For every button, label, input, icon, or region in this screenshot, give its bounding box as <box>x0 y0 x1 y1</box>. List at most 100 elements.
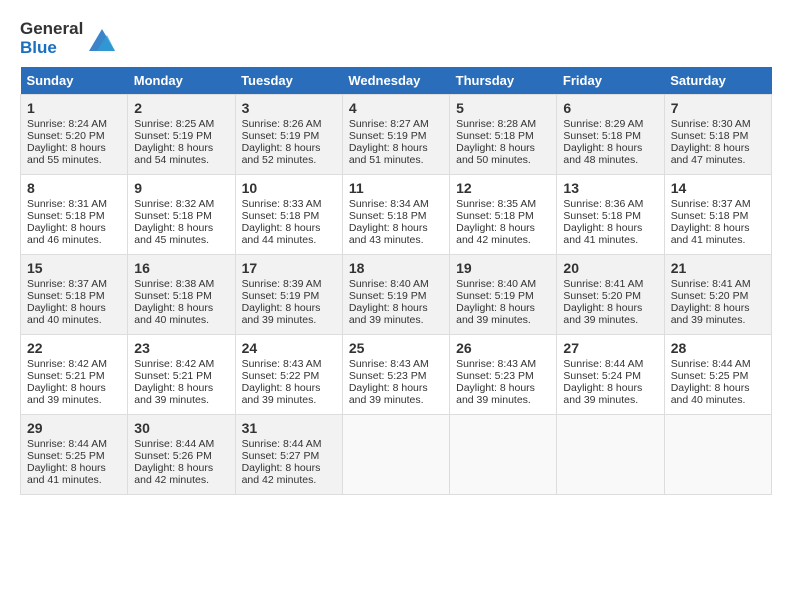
sunset-text: Sunset: 5:20 PM <box>563 290 641 302</box>
daylight-text: Daylight: 8 hours and 41 minutes. <box>563 222 642 246</box>
calendar-cell <box>557 415 664 495</box>
calendar-cell: 15Sunrise: 8:37 AMSunset: 5:18 PMDayligh… <box>21 255 128 335</box>
calendar-cell: 13Sunrise: 8:36 AMSunset: 5:18 PMDayligh… <box>557 175 664 255</box>
page-header: General Blue <box>20 20 772 57</box>
calendar-cell: 1Sunrise: 8:24 AMSunset: 5:20 PMDaylight… <box>21 95 128 175</box>
daylight-text: Daylight: 8 hours and 47 minutes. <box>671 142 750 166</box>
calendar-cell: 6 Sunrise: 8:29 AMSunset: 5:18 PMDaylight… <box>557 95 664 175</box>
sunrise-text: Sunrise: 8:44 AM <box>242 438 322 450</box>
calendar-cell <box>450 415 557 495</box>
sunrise-text: Sunrise: 8:29 AM <box>563 118 643 130</box>
day-number: 3 <box>242 100 336 116</box>
sunrise-text: Sunrise: 8:26 AM <box>242 118 322 130</box>
sunrise-text: Sunrise: 8:33 AM <box>242 198 322 210</box>
sunset-text: Sunset: 5:19 PM <box>134 130 212 142</box>
calendar-cell: 7 Sunrise: 8:30 AMSunset: 5:18 PMDaylight… <box>664 95 771 175</box>
sunrise-text: Sunrise: 8:43 AM <box>456 358 536 370</box>
sunrise-text: Sunrise: 8:38 AM <box>134 278 214 290</box>
sunrise-text: Sunrise: 8:34 AM <box>349 198 429 210</box>
calendar-cell: 12Sunrise: 8:35 AMSunset: 5:18 PMDayligh… <box>450 175 557 255</box>
sunrise-text: Sunrise: 8:39 AM <box>242 278 322 290</box>
daylight-text: Daylight: 8 hours and 41 minutes. <box>27 462 106 486</box>
calendar-cell: 11Sunrise: 8:34 AMSunset: 5:18 PMDayligh… <box>342 175 449 255</box>
sunrise-text: Sunrise: 8:43 AM <box>349 358 429 370</box>
sunset-text: Sunset: 5:23 PM <box>456 370 534 382</box>
day-number: 19 <box>456 260 550 276</box>
calendar-cell: 14Sunrise: 8:37 AMSunset: 5:18 PMDayligh… <box>664 175 771 255</box>
sunrise-text: Sunrise: 8:43 AM <box>242 358 322 370</box>
sunset-text: Sunset: 5:18 PM <box>242 210 320 222</box>
calendar-cell <box>342 415 449 495</box>
calendar-cell: 20Sunrise: 8:41 AMSunset: 5:20 PMDayligh… <box>557 255 664 335</box>
daylight-text: Daylight: 8 hours and 54 minutes. <box>134 142 213 166</box>
sunset-text: Sunset: 5:18 PM <box>563 130 641 142</box>
calendar-cell: 17Sunrise: 8:39 AMSunset: 5:19 PMDayligh… <box>235 255 342 335</box>
calendar-cell: 31Sunrise: 8:44 AMSunset: 5:27 PMDayligh… <box>235 415 342 495</box>
sunrise-text: Sunrise: 8:36 AM <box>563 198 643 210</box>
daylight-text: Daylight: 8 hours and 51 minutes. <box>349 142 428 166</box>
calendar-week-row: 8Sunrise: 8:31 AMSunset: 5:18 PMDaylight… <box>21 175 772 255</box>
day-number: 26 <box>456 340 550 356</box>
sunset-text: Sunset: 5:18 PM <box>134 210 212 222</box>
sunrise-text: Sunrise: 8:32 AM <box>134 198 214 210</box>
daylight-text: Daylight: 8 hours and 41 minutes. <box>671 222 750 246</box>
sunrise-text: Sunrise: 8:25 AM <box>134 118 214 130</box>
logo-text-block: General Blue <box>20 20 117 57</box>
logo-icon <box>87 25 117 53</box>
sunrise-text: Sunrise: 8:35 AM <box>456 198 536 210</box>
day-number: 5 <box>456 100 550 116</box>
calendar-cell: 27Sunrise: 8:44 AMSunset: 5:24 PMDayligh… <box>557 335 664 415</box>
day-number: 20 <box>563 260 657 276</box>
daylight-text: Daylight: 8 hours and 42 minutes. <box>456 222 535 246</box>
day-number: 31 <box>242 420 336 436</box>
sunset-text: Sunset: 5:18 PM <box>134 290 212 302</box>
day-number: 15 <box>27 260 121 276</box>
calendar-cell: 2 Sunrise: 8:25 AMSunset: 5:19 PMDaylight… <box>128 95 235 175</box>
day-header-friday: Friday <box>557 67 664 95</box>
day-number: 4 <box>349 100 443 116</box>
day-number: 7 <box>671 100 765 116</box>
day-number: 6 <box>563 100 657 116</box>
calendar-cell: 9Sunrise: 8:32 AMSunset: 5:18 PMDaylight… <box>128 175 235 255</box>
sunrise-text: Sunrise: 8:42 AM <box>27 358 107 370</box>
sunrise-text: Sunrise: 8:41 AM <box>563 278 643 290</box>
daylight-text: Daylight: 8 hours and 39 minutes. <box>27 382 106 406</box>
sunset-text: Sunset: 5:24 PM <box>563 370 641 382</box>
day-header-wednesday: Wednesday <box>342 67 449 95</box>
daylight-text: Daylight: 8 hours and 48 minutes. <box>563 142 642 166</box>
sunset-text: Sunset: 5:18 PM <box>27 210 105 222</box>
sunrise-text: Sunrise: 8:30 AM <box>671 118 751 130</box>
sunrise-text: Sunrise: 8:44 AM <box>671 358 751 370</box>
calendar-cell: 10Sunrise: 8:33 AMSunset: 5:18 PMDayligh… <box>235 175 342 255</box>
calendar-header-row: SundayMondayTuesdayWednesdayThursdayFrid… <box>21 67 772 95</box>
daylight-text: Daylight: 8 hours and 39 minutes. <box>242 302 321 326</box>
sunset-text: Sunset: 5:18 PM <box>27 290 105 302</box>
sunset-text: Sunset: 5:23 PM <box>349 370 427 382</box>
day-header-sunday: Sunday <box>21 67 128 95</box>
sunset-text: Sunset: 5:19 PM <box>242 130 320 142</box>
day-header-thursday: Thursday <box>450 67 557 95</box>
logo-line2: Blue <box>20 39 83 58</box>
day-number: 17 <box>242 260 336 276</box>
calendar-cell: 24Sunrise: 8:43 AMSunset: 5:22 PMDayligh… <box>235 335 342 415</box>
sunrise-text: Sunrise: 8:27 AM <box>349 118 429 130</box>
sunrise-text: Sunrise: 8:44 AM <box>563 358 643 370</box>
sunset-text: Sunset: 5:19 PM <box>349 130 427 142</box>
sunset-text: Sunset: 5:18 PM <box>563 210 641 222</box>
day-number: 2 <box>134 100 228 116</box>
calendar-cell: 8Sunrise: 8:31 AMSunset: 5:18 PMDaylight… <box>21 175 128 255</box>
sunrise-text: Sunrise: 8:42 AM <box>134 358 214 370</box>
daylight-text: Daylight: 8 hours and 39 minutes. <box>456 382 535 406</box>
daylight-text: Daylight: 8 hours and 50 minutes. <box>456 142 535 166</box>
day-number: 16 <box>134 260 228 276</box>
daylight-text: Daylight: 8 hours and 40 minutes. <box>671 382 750 406</box>
calendar-cell: 4 Sunrise: 8:27 AMSunset: 5:19 PMDaylight… <box>342 95 449 175</box>
sunset-text: Sunset: 5:18 PM <box>671 130 749 142</box>
sunset-text: Sunset: 5:20 PM <box>27 130 105 142</box>
sunset-text: Sunset: 5:18 PM <box>456 130 534 142</box>
sunset-text: Sunset: 5:19 PM <box>456 290 534 302</box>
calendar-cell: 30Sunrise: 8:44 AMSunset: 5:26 PMDayligh… <box>128 415 235 495</box>
sunrise-text: Sunrise: 8:44 AM <box>134 438 214 450</box>
calendar-week-row: 1Sunrise: 8:24 AMSunset: 5:20 PMDaylight… <box>21 95 772 175</box>
sunset-text: Sunset: 5:27 PM <box>242 450 320 462</box>
